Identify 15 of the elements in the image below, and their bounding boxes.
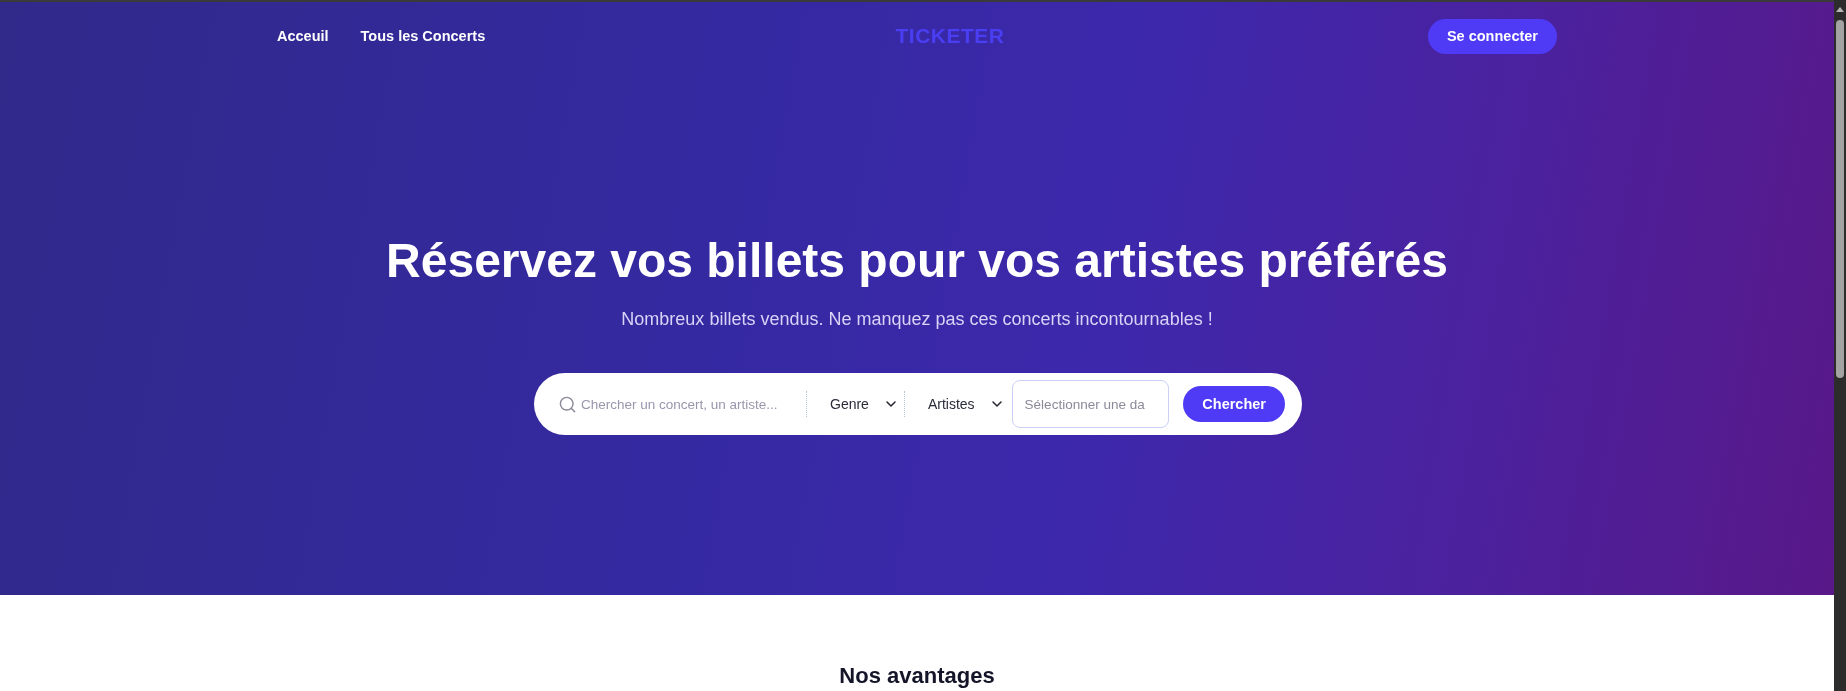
login-button[interactable]: Se connecter [1427,18,1557,54]
scrollbar[interactable] [1834,0,1846,691]
nav-link[interactable]: Acceuil [277,28,329,44]
search-field[interactable]: Chercher un concert, un artiste... [581,396,801,412]
section-title: Nos avantages [839,663,995,690]
search-button[interactable]: Chercher [1183,386,1285,422]
hero-subtitle: Nombreux billets vendus. Ne manquez pas ces concerts incontournables ! [621,308,1213,330]
search-icon [558,394,577,414]
date-field[interactable]: Sélectionner une da [1011,380,1169,428]
filter-dropdown[interactable]: Genre [830,396,899,412]
scrollbar-thumb[interactable] [1836,20,1844,378]
nav-link[interactable]: Tous les Concerts [360,28,486,44]
hero-title: Réservez vos billets pour vos artistes préférés [386,233,1448,289]
filter-dropdown[interactable]: Artistes [927,396,1005,412]
triangle-up-icon[interactable] [1836,7,1844,12]
